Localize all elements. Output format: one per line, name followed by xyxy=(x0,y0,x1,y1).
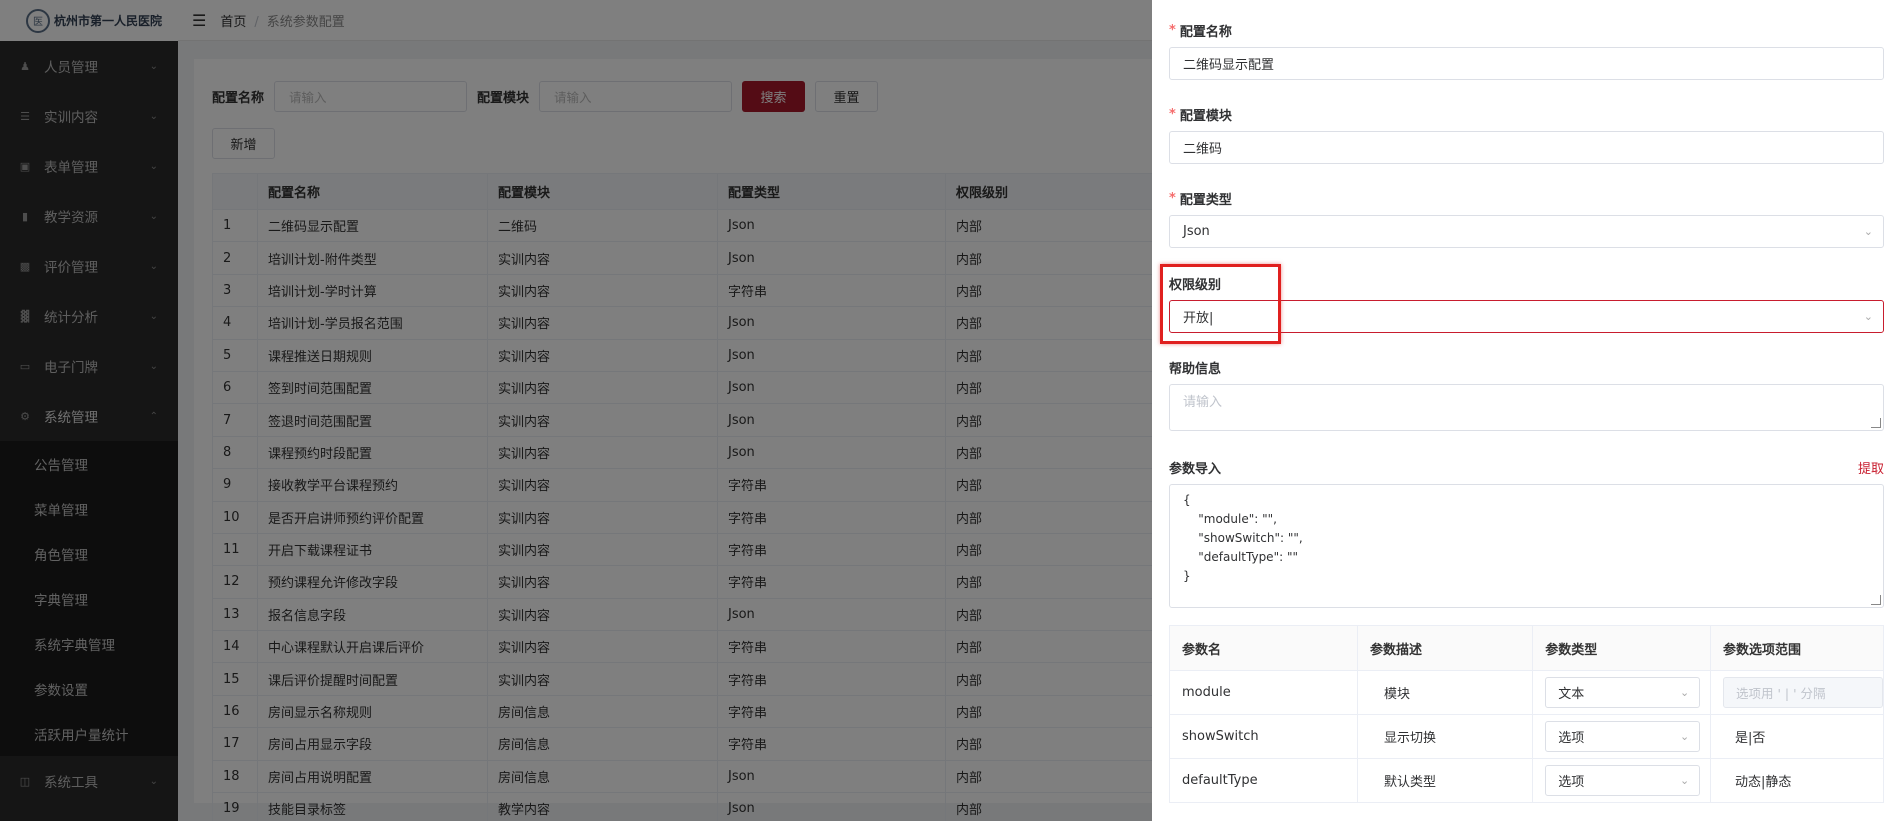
config-module-field[interactable]: 二维码 xyxy=(1169,131,1884,164)
param-type-select[interactable]: 选项 ⌄ xyxy=(1545,765,1701,796)
chevron-down-icon: ⌄ xyxy=(1679,730,1690,743)
extract-link[interactable]: 提取 xyxy=(1858,458,1884,477)
chevron-down-icon: ⌄ xyxy=(1679,774,1690,787)
config-type-field-label: * 配置类型 xyxy=(1169,189,1884,208)
edit-drawer: * 配置名称 二维码显示配置 * 配置模块 二维码 * 配置类型 Json ⌄ 权限级… xyxy=(1152,0,1893,821)
param-range: 是|否 xyxy=(1710,714,1884,759)
param-desc: 模块 xyxy=(1356,670,1534,715)
param-range-input[interactable]: 选项用 ' | ' 分隔 xyxy=(1723,677,1883,708)
resize-handle-icon[interactable] xyxy=(1871,595,1881,605)
field-config-name: * 配置名称 二维码显示配置 xyxy=(1169,21,1884,80)
field-config-type: * 配置类型 Json ⌄ xyxy=(1169,189,1884,248)
param-desc: 显示切换 xyxy=(1356,714,1534,759)
placeholder-text: 请输入 xyxy=(1183,395,1223,410)
column-header-param-desc: 参数描述 xyxy=(1356,625,1534,671)
resize-handle-icon[interactable] xyxy=(1871,418,1881,428)
config-type-select[interactable]: Json ⌄ xyxy=(1169,215,1884,248)
param-type-cell: 选项 ⌄ xyxy=(1532,758,1711,803)
required-asterisk: * xyxy=(1169,107,1176,122)
select-value: 选项 xyxy=(1558,775,1585,790)
label-text: 配置模块 xyxy=(1179,109,1232,124)
field-help-info: 帮助信息 请输入 xyxy=(1169,358,1884,431)
chevron-down-icon: ⌄ xyxy=(1863,310,1873,323)
column-header-param-name: 参数名 xyxy=(1169,625,1358,671)
config-name-field[interactable]: 二维码显示配置 xyxy=(1169,47,1884,80)
config-module-field-label: * 配置模块 xyxy=(1169,105,1884,124)
table-row: defaultType 默认类型 选项 ⌄ 动态|静态 xyxy=(1169,758,1884,803)
help-info-label: 帮助信息 xyxy=(1169,362,1222,377)
params-table-wrap: 参数名 参数描述 参数类型 参数选项范围 module 模块 文本 ⌄ 选项用 '… xyxy=(1169,625,1884,803)
param-type-cell: 文本 ⌄ xyxy=(1532,670,1711,715)
help-info-textarea[interactable]: 请输入 xyxy=(1169,384,1884,431)
param-type-select[interactable]: 文本 ⌄ xyxy=(1545,677,1701,708)
code-text: { "module": "", "showSwitch": "", "defau… xyxy=(1183,493,1303,583)
table-row: module 模块 文本 ⌄ 选项用 ' | ' 分隔 xyxy=(1169,670,1884,715)
param-name: module xyxy=(1169,670,1358,715)
field-config-module: * 配置模块 二维码 xyxy=(1169,105,1884,164)
column-header-param-type: 参数类型 xyxy=(1532,625,1711,671)
label-text: 配置名称 xyxy=(1179,25,1232,40)
param-name: defaultType xyxy=(1169,758,1358,803)
chevron-down-icon: ⌄ xyxy=(1679,686,1690,699)
required-asterisk: * xyxy=(1169,191,1176,206)
chevron-down-icon: ⌄ xyxy=(1863,225,1873,238)
param-type-select[interactable]: 选项 ⌄ xyxy=(1545,721,1701,752)
config-name-field-label: * 配置名称 xyxy=(1169,21,1884,40)
required-asterisk: * xyxy=(1169,23,1176,38)
param-desc: 默认类型 xyxy=(1356,758,1534,803)
param-import-label: 参数导入 xyxy=(1169,462,1222,477)
column-header-param-range: 参数选项范围 xyxy=(1710,625,1884,671)
param-range-cell: 选项用 ' | ' 分隔 xyxy=(1710,670,1884,715)
param-import-textarea[interactable]: { "module": "", "showSwitch": "", "defau… xyxy=(1169,484,1884,608)
field-param-import: 参数导入 提取 { "module": "", "showSwitch": ""… xyxy=(1169,458,1884,608)
select-value: 文本 xyxy=(1558,687,1585,702)
select-value: 选项 xyxy=(1558,731,1585,746)
param-type-cell: 选项 ⌄ xyxy=(1532,714,1711,759)
params-table: 参数名 参数描述 参数类型 参数选项范围 module 模块 文本 ⌄ 选项用 '… xyxy=(1169,625,1884,803)
select-value: Json xyxy=(1183,224,1210,239)
label-text: 配置类型 xyxy=(1179,193,1232,208)
annotation-highlight-box xyxy=(1160,264,1281,344)
table-row: showSwitch 显示切换 选项 ⌄ 是|否 xyxy=(1169,714,1884,759)
param-range: 动态|静态 xyxy=(1710,758,1884,803)
table-header-row: 参数名 参数描述 参数类型 参数选项范围 xyxy=(1169,625,1884,671)
param-name: showSwitch xyxy=(1169,714,1358,759)
